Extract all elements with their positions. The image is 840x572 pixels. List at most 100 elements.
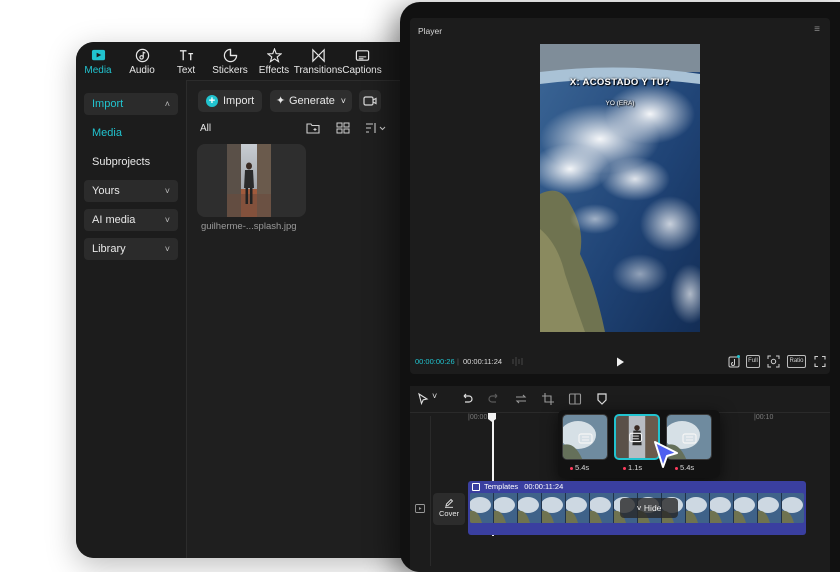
tab-effects-label: Effects: [258, 65, 290, 76]
tab-stickers-label: Stickers: [212, 65, 248, 76]
shield-icon[interactable]: [595, 392, 609, 406]
split-icon[interactable]: [568, 392, 582, 406]
clip-duration-3: 5.4s: [680, 463, 695, 472]
tab-captions[interactable]: Captions: [340, 42, 384, 80]
record-button[interactable]: [359, 90, 381, 112]
import-button-label: Import: [223, 95, 255, 107]
replace-icon[interactable]: [514, 392, 528, 406]
menu-icon[interactable]: ≡: [814, 24, 820, 35]
undo-icon[interactable]: [460, 392, 474, 406]
tab-captions-label: Captions: [342, 65, 382, 76]
tab-audio-label: Audio: [129, 65, 155, 76]
import-button[interactable]: + Import: [198, 90, 262, 112]
plus-icon: +: [206, 95, 218, 107]
nav-ai-media[interactable]: AI media ˅: [84, 209, 178, 231]
left-panel: Import ˄ Media Subprojects Yours ˅ AI me…: [76, 80, 187, 558]
main-video-track[interactable]: Templates 00:00:11:24 ˅ Hide: [468, 481, 806, 535]
ruler-label-10s: |00:10: [754, 414, 774, 421]
nav-subprojects[interactable]: Subprojects: [84, 151, 178, 173]
video-preview[interactable]: X: ACOSTADO Y TU? YO (ERA): [540, 44, 700, 332]
sort-icon[interactable]: [365, 122, 389, 134]
clip-marker-dot: [570, 467, 573, 470]
chevron-down-icon: ˅: [164, 215, 170, 225]
camera-icon: [363, 96, 377, 106]
track-label: Templates 00:00:11:24: [472, 482, 563, 491]
clip-picker-popup: 5.4s 1.1s 5.4s: [558, 410, 720, 478]
track-divider: [430, 416, 431, 566]
fullscreen-icon[interactable]: [814, 355, 826, 368]
tab-stickers[interactable]: Stickers: [208, 42, 252, 80]
nav-yours-label: Yours: [92, 185, 120, 197]
media-thumbnail[interactable]: [197, 144, 306, 217]
tab-audio[interactable]: Audio: [120, 42, 164, 80]
hide-button[interactable]: ˅ Hide: [620, 498, 678, 518]
track-duration: 00:00:11:24: [524, 482, 564, 491]
play-button[interactable]: [613, 355, 627, 369]
folder-add-icon[interactable]: [306, 122, 320, 134]
hide-label: Hide: [643, 503, 662, 513]
pointer-cursor-icon: [654, 441, 678, 468]
filter-all[interactable]: All: [200, 123, 211, 134]
nav-library[interactable]: Library ˅: [84, 238, 178, 260]
media-window: Media Audio Text Stickers Effects Transi…: [76, 42, 436, 558]
clip-marker-dot: [623, 467, 626, 470]
tab-transitions-label: Transitions: [293, 65, 343, 76]
waveform-icon[interactable]: [511, 355, 524, 368]
text-icon: [179, 50, 193, 61]
effects-icon: [266, 48, 282, 63]
chevron-down-icon: ˅: [340, 96, 346, 106]
media-icon: [91, 49, 105, 61]
pencil-icon: [445, 498, 454, 508]
current-time: 00:00:00:26: [415, 357, 455, 366]
tab-effects[interactable]: Effects: [252, 42, 296, 80]
video-track-icon: [415, 504, 425, 513]
tab-media[interactable]: Media: [76, 42, 120, 80]
clip-thumbnail-1[interactable]: [562, 414, 608, 460]
chevron-down-icon[interactable]: ˅: [432, 391, 446, 405]
tab-transitions[interactable]: Transitions: [293, 42, 343, 80]
caption-line-2: YO (ERA): [605, 100, 635, 107]
ratio-label: Ratio: [789, 358, 804, 364]
captions-icon: [355, 50, 369, 61]
time-separator: |: [457, 357, 459, 366]
nav-yours[interactable]: Yours ˅: [84, 180, 178, 202]
tiktok-icon[interactable]: [728, 355, 740, 368]
chevron-up-icon: ˄: [164, 99, 170, 109]
earth-thumbnail: [563, 415, 607, 459]
chevron-down-icon: ˅: [636, 503, 644, 513]
clip-duration-1: 5.4s: [575, 463, 590, 472]
ruler-label-start: |00:00: [468, 414, 488, 421]
editor-window: Player ≡ X: ACOSTADO Y TU? YO (ERA) 00:0…: [400, 2, 840, 572]
select-cursor-icon[interactable]: [416, 392, 430, 406]
zoom-icon[interactable]: [767, 355, 780, 368]
timeline-panel: ˅ |00:00 |00:10 5.4s 1.1s 5.4s Cover Tem…: [410, 386, 830, 572]
top-toolbar: Media Audio Text Stickers Effects Transi…: [76, 42, 436, 81]
timeline-toolbar: ˅: [410, 386, 830, 413]
full-button[interactable]: Full: [746, 355, 760, 368]
redo-icon[interactable]: [487, 392, 501, 406]
audio-icon: [135, 48, 149, 63]
grid-view-icon[interactable]: [336, 122, 350, 134]
nav-media-label: Media: [92, 127, 122, 139]
street-photo: [227, 144, 271, 217]
playhead-handle[interactable]: [487, 412, 497, 423]
transitions-icon: [311, 48, 325, 63]
full-label: Full: [748, 358, 758, 364]
ratio-button[interactable]: Ratio: [787, 355, 806, 368]
media-filename: guilherme-...splash.jpg: [201, 221, 297, 232]
total-time: 00:00:11:24: [463, 357, 503, 366]
tab-text[interactable]: Text: [164, 42, 208, 80]
clip-duration-2: 1.1s: [628, 463, 643, 472]
generate-button[interactable]: ✦ Generate ˅: [270, 90, 352, 112]
cover-button[interactable]: Cover: [433, 493, 465, 525]
template-icon: [472, 482, 480, 491]
chevron-down-icon: ˅: [164, 186, 170, 196]
nav-import[interactable]: Import ˄: [84, 93, 178, 115]
crop-icon[interactable]: [541, 392, 555, 406]
track-name: Templates: [484, 482, 519, 491]
chevron-down-icon: ˅: [164, 244, 170, 254]
nav-library-label: Library: [92, 243, 126, 255]
caption-line-1: X: ACOSTADO Y TU?: [569, 77, 671, 88]
generate-button-label: Generate: [289, 95, 335, 107]
nav-media[interactable]: Media: [84, 122, 178, 144]
